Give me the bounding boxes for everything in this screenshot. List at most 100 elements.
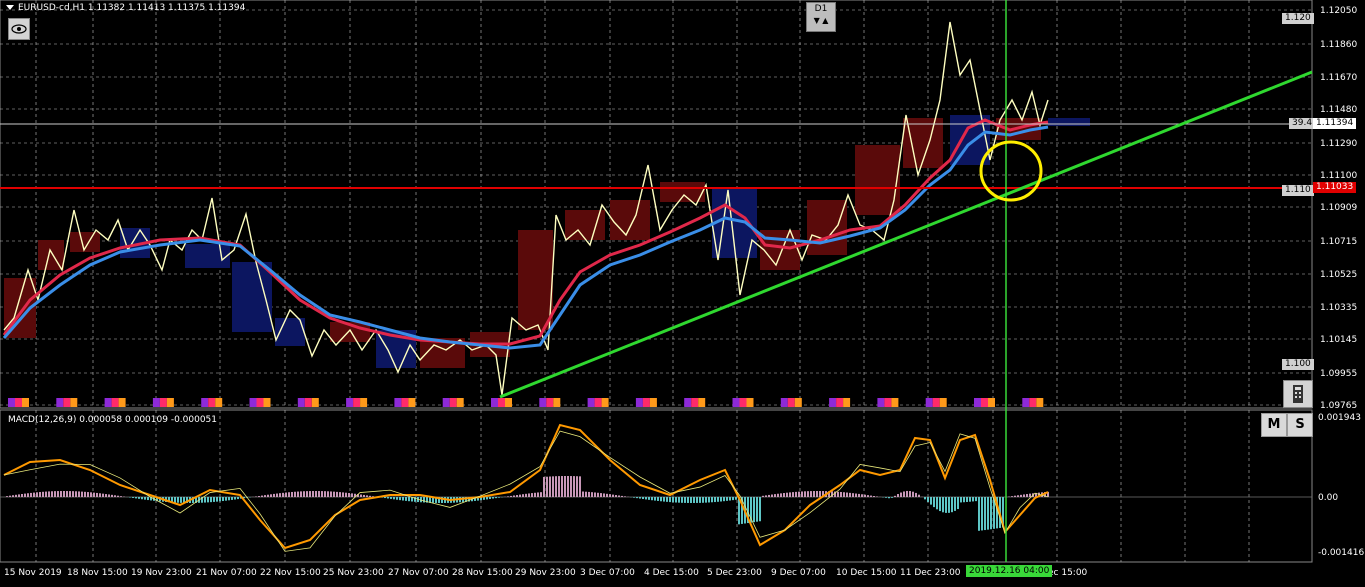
macd-histogram-bar (531, 493, 533, 497)
macd-histogram-bar (615, 495, 617, 497)
timeframe-label: D1 (814, 4, 828, 14)
s-button[interactable]: S (1287, 413, 1313, 437)
macd-histogram-bar (891, 497, 893, 498)
price-axis-label: 1.12050 (1320, 6, 1357, 16)
current-price-tag: 1.11394 (1313, 118, 1357, 129)
session-marker (166, 398, 174, 407)
macd-histogram-bar (954, 497, 956, 511)
macd-histogram-bar (735, 497, 737, 500)
macd-histogram-bar (783, 493, 785, 497)
session-marker (442, 398, 450, 407)
macd-histogram-bar (672, 497, 674, 503)
session-marker (297, 398, 305, 407)
macd-histogram-bar (93, 492, 95, 497)
macd-histogram-bar (207, 497, 209, 503)
session-marker (215, 398, 223, 407)
macd-histogram-bar (663, 497, 665, 502)
session-marker (311, 398, 319, 407)
macd-histogram-bar (303, 491, 305, 497)
macd-histogram-bar (705, 497, 707, 503)
macd-histogram-bar (867, 495, 869, 497)
chart-canvas[interactable]: 1.12050 1.11860 1.11670 1.11480 1.11290 1.111… (0, 0, 1365, 587)
macd-histogram-bar (1017, 495, 1019, 497)
macd-histogram-bar (408, 497, 410, 502)
htf-candle (1048, 118, 1090, 126)
timeframe-badge[interactable]: D1 ▼ ▲ (806, 2, 836, 32)
htf-candle (232, 262, 272, 332)
eye-icon (11, 24, 27, 34)
eye-toggle-button[interactable] (8, 18, 30, 40)
macd-axis-label: 0.00 (1318, 493, 1338, 503)
macd-histogram-bar (138, 497, 140, 499)
macd-histogram-bar (204, 497, 206, 503)
macd-histogram-bar (966, 497, 968, 502)
macd-histogram-bar (645, 497, 647, 500)
macd-histogram-bar (96, 492, 98, 497)
macd-histogram-bar (675, 497, 677, 503)
macd-histogram-bar (147, 497, 149, 501)
macd-histogram-bar (681, 497, 683, 503)
macd-histogram-bar (324, 491, 326, 497)
support-price-tag: 1.11033 (1313, 182, 1357, 193)
time-axis-label: 18 Nov 15:00 (67, 568, 128, 578)
session-marker (601, 398, 609, 407)
time-axis-label: 5 Dec 23:00 (707, 568, 762, 578)
time-axis-label: 27 Nov 07:00 (388, 568, 449, 578)
session-marker (70, 398, 78, 407)
macd-histogram-bar (612, 494, 614, 497)
macd-axis-label: -0.001416 (1318, 548, 1364, 558)
macd-histogram-bar (48, 491, 50, 497)
macd-histogram-bar (840, 491, 842, 497)
macd-histogram-bar (699, 497, 701, 503)
timeframe-up-arrow[interactable]: ▲ (822, 16, 828, 25)
macd-histogram-bar (402, 497, 404, 501)
macd-histogram-bar (30, 492, 32, 497)
timeframe-down-arrow[interactable]: ▼ (814, 16, 820, 25)
macd-histogram-bar (651, 497, 653, 501)
session-marker (1029, 398, 1037, 407)
price-axis-label: 1.11670 (1320, 73, 1357, 83)
macd-histogram-bar (513, 495, 515, 497)
macd-histogram-bar (837, 491, 839, 497)
macd-histogram-bar (327, 491, 329, 497)
macd-histogram-bar (813, 491, 815, 497)
macd-histogram-bar (678, 497, 680, 503)
macd-histogram-bar (84, 491, 86, 497)
macd-histogram-bar (537, 492, 539, 497)
macd-histogram-bar (564, 476, 566, 497)
macd-histogram-bar (915, 492, 917, 497)
price-axis-label: 1.11290 (1320, 139, 1357, 149)
calculator-icon (1293, 385, 1303, 403)
macd-histogram-bar (390, 497, 392, 499)
chart-menu-icon[interactable] (6, 5, 14, 10)
macd-histogram-bar (570, 476, 572, 497)
macd-histogram-bar (1026, 494, 1028, 497)
macd-histogram-bar (567, 476, 569, 497)
macd-histogram-bar (927, 497, 929, 502)
m-button[interactable]: M (1261, 413, 1287, 437)
macd-histogram-bar (216, 497, 218, 502)
macd-histogram-bar (519, 494, 521, 497)
macd-histogram-bar (924, 497, 926, 500)
macd-histogram-bar (270, 494, 272, 497)
macd-histogram-bar (756, 497, 758, 522)
macd-histogram-bar (666, 497, 668, 502)
macd-histogram-bar (849, 492, 851, 497)
macd-histogram-bar (888, 497, 890, 499)
macd-histogram-bar (708, 497, 710, 503)
macd-histogram-bar (687, 497, 689, 503)
macd-histogram-bar (552, 476, 554, 497)
macd-histogram-bar (582, 491, 584, 497)
macd-histogram-bar (174, 497, 176, 503)
macd-histogram-bar (798, 491, 800, 497)
macd-histogram-bar (696, 497, 698, 503)
macd-histogram-bar (804, 491, 806, 497)
time-axis-label: 22 Nov 15:00 (260, 568, 321, 578)
time-axis-label: 11 Dec 23:00 (900, 568, 961, 578)
macd-histogram-bar (876, 496, 878, 497)
macd-histogram-bar (1014, 495, 1016, 497)
macd-histogram-bar (486, 497, 488, 500)
macd-histogram-bar (117, 495, 119, 497)
calculator-button[interactable] (1283, 380, 1313, 408)
session-marker (594, 398, 602, 407)
